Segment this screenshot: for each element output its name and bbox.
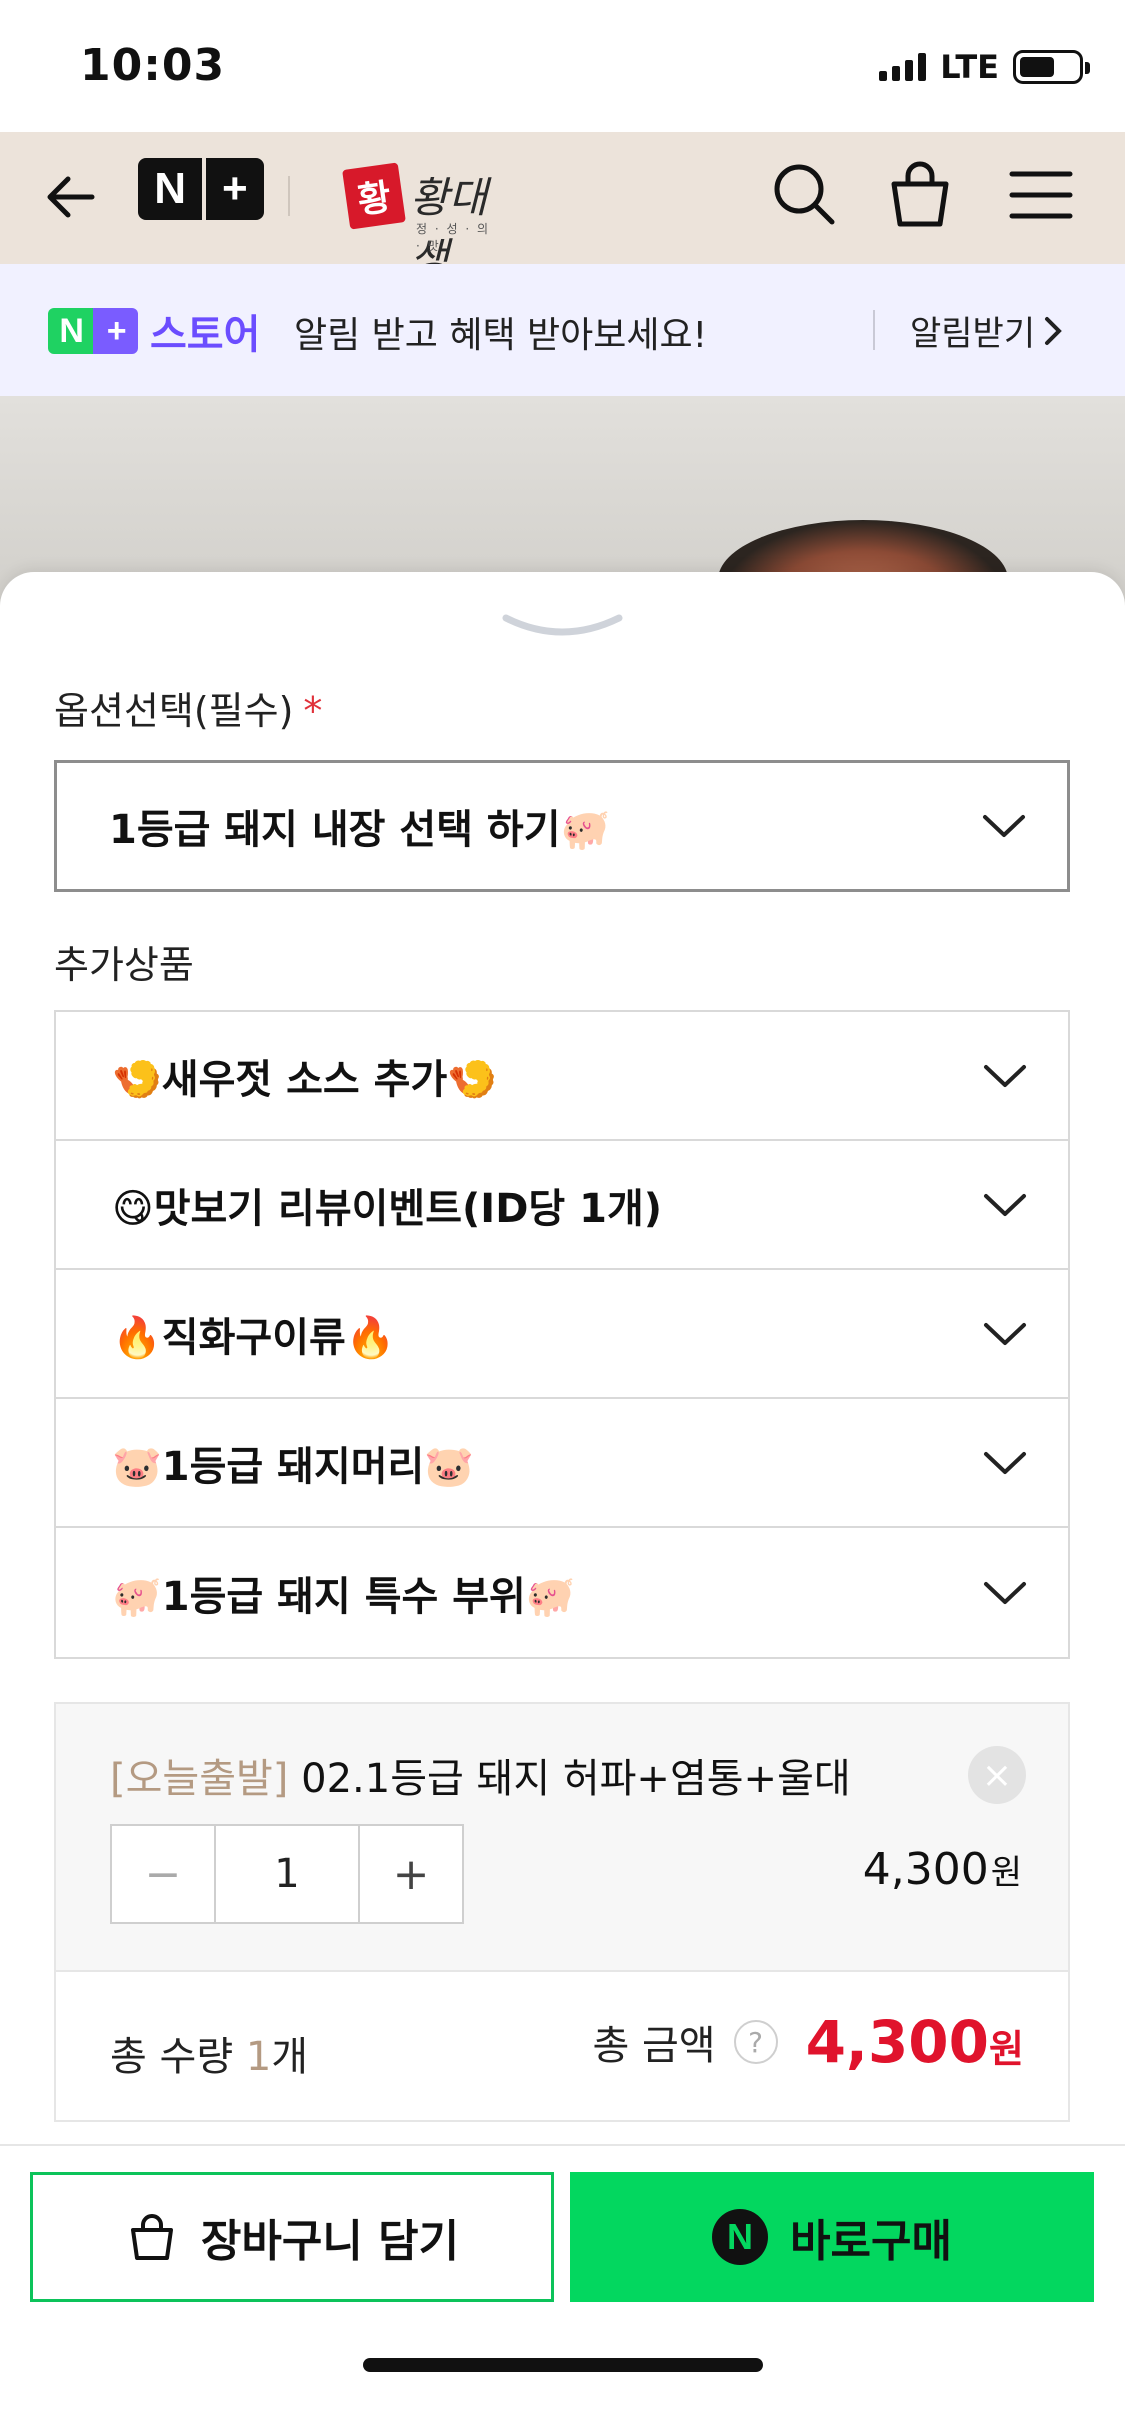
chevron-down-icon [984, 1064, 1026, 1087]
addon-list: 🍤새우젓 소스 추가🍤 😋맛보기 리뷰이벤트(ID당 1개) 🔥직화구이류🔥 🐷… [54, 1010, 1070, 1659]
naver-plus-logo[interactable]: N + [138, 158, 264, 220]
total-quantity-label: 총 수량 [110, 2034, 234, 2080]
search-icon [774, 164, 835, 225]
addon-section-label: 추가상품 [54, 943, 194, 987]
buy-now-button[interactable]: N 바로구매 [570, 2172, 1094, 2302]
addon-item-grilled[interactable]: 🔥직화구이류🔥 [56, 1270, 1068, 1399]
logo-plus: + [222, 164, 248, 213]
back-button[interactable] [40, 162, 110, 232]
total-amount-value: 4,300원 [806, 2008, 1024, 2076]
notification-banner[interactable]: N + 스토어 알림 받고 혜택 받아보세요! 알림받기 [0, 264, 1125, 396]
quantity-value[interactable]: 1 [214, 1826, 360, 1922]
header-divider [288, 176, 290, 216]
total-amount-unit: 원 [989, 2027, 1024, 2071]
addon-item-special-cuts[interactable]: 🐖1등급 돼지 특수 부위🐖 [56, 1528, 1068, 1657]
close-icon: × [981, 1754, 1013, 1796]
brand-logo[interactable]: 황 황대생 정 · 성 · 의 · 맛 [340, 152, 500, 283]
addon-item-label: 😋맛보기 리뷰이벤트(ID당 1개) [112, 1185, 663, 1232]
chevron-right-icon [1045, 316, 1062, 345]
naver-pay-icon: N [712, 2209, 769, 2265]
selected-item-title: 02.1등급 돼지 허파+염통+울대 [301, 1756, 851, 1802]
total-quantity-value: 1 [245, 2034, 272, 2080]
nplus-store-logo: N + 스토어 [48, 308, 260, 358]
option-label-text: 옵션선택(필수) [54, 689, 294, 733]
selected-item-price-value: 4,300 [862, 1844, 989, 1895]
back-arrow-icon [47, 176, 95, 218]
total-quantity: 총 수량 1개 [110, 2024, 308, 2082]
buy-now-label: 바로구매 [790, 2216, 952, 2267]
store-label: 스토어 [150, 312, 261, 358]
order-total: 총 수량 1개 총 금액 ? 4,300원 [54, 1972, 1070, 2122]
sheet-collapse-handle[interactable] [500, 610, 625, 640]
subscribe-alert-link[interactable]: 알림받기 [910, 306, 1063, 355]
help-icon[interactable]: ? [733, 2020, 778, 2064]
brand-sub: 정 · 성 · 의 · 맛 [416, 222, 491, 253]
option-select-value: 1등급 돼지 내장 선택 하기🐖 [109, 807, 611, 853]
notice-message: 알림 받고 혜택 받아보세요! [294, 315, 708, 356]
selected-item-price: 4,300원 [863, 1844, 1022, 1895]
status-time: 10:03 [80, 40, 226, 91]
search-button[interactable] [768, 158, 840, 230]
shopping-bag-icon [891, 161, 949, 227]
selected-item-tag: [오늘출발] [110, 1756, 289, 1802]
total-quantity-unit: 개 [271, 2034, 309, 2080]
selected-item-name: [오늘출발] 02.1등급 돼지 허파+염통+울대 [110, 1746, 851, 1804]
network-label: LTE [940, 48, 999, 86]
cart-button[interactable] [882, 156, 958, 232]
addon-item-review-event[interactable]: 😋맛보기 리뷰이벤트(ID당 1개) [56, 1141, 1068, 1270]
logo-n: N [154, 164, 187, 213]
increase-quantity-button[interactable]: + [360, 1826, 462, 1922]
subscribe-alert-label: 알림받기 [910, 314, 1036, 354]
menu-button[interactable] [1006, 162, 1076, 228]
top-header: N + 황 황대생 정 · 성 · 의 · 맛 [0, 132, 1125, 283]
option-section-label: 옵션선택(필수) * [54, 680, 322, 735]
addon-item-shrimp-sauce[interactable]: 🍤새우젓 소스 추가🍤 [56, 1012, 1068, 1141]
purchase-option-sheet: 옵션선택(필수) * 1등급 돼지 내장 선택 하기🐖 추가상품 🍤새우젓 소스 … [0, 572, 1125, 2436]
add-to-cart-label: 장바구니 담기 [200, 2216, 460, 2267]
shopping-bag-icon [130, 2214, 173, 2260]
quantity-stepper: − 1 + [110, 1824, 464, 1924]
addon-item-label: 🍤새우젓 소스 추가🍤 [112, 1056, 498, 1103]
total-amount-number: 4,300 [805, 2008, 990, 2076]
nplus-badge: N + [48, 308, 138, 354]
chevron-down-icon [983, 815, 1025, 837]
decrease-quantity-button[interactable]: − [112, 1826, 214, 1922]
chevron-down-icon [984, 1322, 1026, 1345]
chevron-down-icon [984, 1581, 1026, 1604]
brand-mark: 황 [342, 162, 406, 230]
signal-icon [879, 53, 927, 81]
status-bar: 10:03 LTE [0, 0, 1125, 132]
battery-icon [1013, 50, 1090, 84]
total-amount-label: 총 금액 [592, 2023, 716, 2069]
remove-item-button[interactable]: × [968, 1746, 1026, 1804]
addon-item-label: 🐖1등급 돼지 특수 부위🐖 [112, 1573, 576, 1620]
chevron-down-icon [984, 1451, 1026, 1474]
action-bar-divider [0, 2144, 1125, 2146]
chevron-down-icon [984, 1193, 1026, 1216]
home-indicator[interactable] [363, 2358, 763, 2372]
required-mark: * [303, 689, 323, 733]
total-amount: 총 금액 ? 4,300원 [592, 2008, 1024, 2076]
selected-item-price-unit: 원 [990, 1853, 1022, 1893]
option-select-dropdown[interactable]: 1등급 돼지 내장 선택 하기🐖 [54, 760, 1070, 892]
addon-item-label: 🐷1등급 돼지머리🐷 [112, 1443, 475, 1490]
add-to-cart-button[interactable]: 장바구니 담기 [30, 2172, 554, 2302]
selected-item-card: [오늘출발] 02.1등급 돼지 허파+염통+울대 × − 1 + 4,300원 [54, 1702, 1070, 1972]
addon-item-label: 🔥직화구이류🔥 [112, 1314, 396, 1361]
status-indicators: LTE [879, 48, 1090, 86]
hamburger-menu-icon [1009, 171, 1073, 219]
notice-divider [873, 310, 875, 350]
addon-item-pig-head[interactable]: 🐷1등급 돼지머리🐷 [56, 1399, 1068, 1528]
